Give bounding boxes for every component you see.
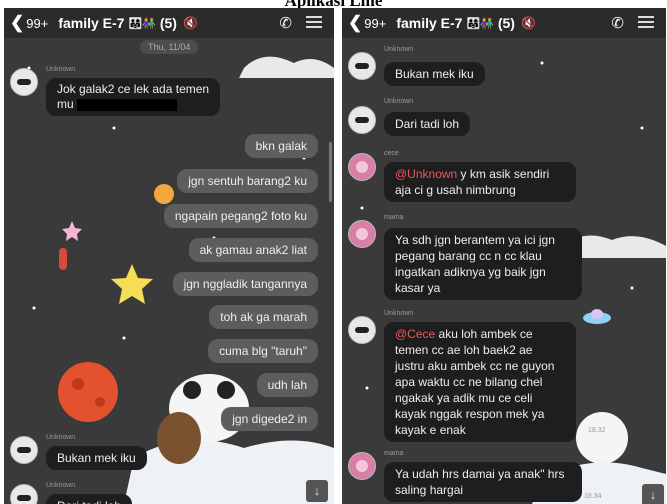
message-bubble-outgoing[interactable]: ngapain pegang2 foto ku	[163, 204, 318, 228]
message-bubble-incoming[interactable]: Ya sdh jgn berantem ya ici jgn pegang ba…	[384, 228, 582, 300]
message-bubble-incoming[interactable]: Bukan mek iku	[46, 446, 147, 470]
message-bubble-outgoing[interactable]: jgn digede2 in	[221, 407, 318, 431]
avatar[interactable]	[10, 68, 38, 96]
avatar[interactable]	[10, 484, 38, 504]
family-emoji-icon: 👨‍👩‍👧👫	[128, 17, 156, 30]
date-separator: Thu, 11/04	[140, 40, 199, 54]
back-icon[interactable]: ❮	[348, 13, 362, 33]
message-bubble-outgoing[interactable]: jgn sentuh barang2 ku	[177, 169, 318, 193]
avatar[interactable]	[348, 153, 376, 181]
scrollbar[interactable]	[329, 142, 332, 202]
mute-icon: 🔇	[182, 16, 198, 30]
message-text: mu	[57, 97, 74, 111]
sender-name: Unknown	[384, 310, 414, 317]
sender-name: mama	[384, 214, 404, 221]
unread-count: 99+	[26, 15, 49, 31]
message-bubble-outgoing[interactable]: jgn nggladik tangannya	[172, 272, 318, 296]
sender-name: mama	[384, 450, 404, 457]
phone-icon[interactable]: ✆	[279, 14, 292, 32]
message-bubble-incoming[interactable]: Bukan mek iku	[384, 62, 485, 86]
scroll-down-icon[interactable]: ↓	[642, 484, 664, 504]
avatar[interactable]	[10, 436, 38, 464]
chat-header: ❮ 99+ family E-7 👨‍👩‍👧👫 (5) 🔇 ✆	[342, 8, 666, 38]
menu-icon[interactable]	[638, 13, 654, 31]
message-text: Jok galak2 ce lek ada temen	[57, 82, 210, 96]
group-name[interactable]: family E-7	[396, 15, 462, 31]
avatar[interactable]	[348, 220, 376, 248]
scroll-down-icon[interactable]: ↓	[306, 480, 328, 502]
mute-icon: 🔇	[520, 16, 536, 30]
group-name[interactable]: family E-7	[58, 15, 124, 31]
redacted-block	[77, 98, 178, 111]
member-count: (5)	[159, 15, 177, 31]
message-bubble-outgoing[interactable]: ak gamau anak2 liat	[188, 238, 318, 262]
avatar[interactable]	[348, 316, 376, 344]
message-bubble-incoming[interactable]: @Unknown y km asik sendiri aja ci g usah…	[384, 162, 576, 202]
message-time: 18.34	[584, 493, 602, 500]
message-bubble-incoming[interactable]: Dari tadi loh	[384, 112, 471, 136]
family-emoji-icon: 👨‍👩‍👧👫	[466, 17, 494, 30]
unread-count: 99+	[364, 15, 387, 31]
chat-screen-left: ❮ 99+ family E-7 👨‍👩‍👧👫 (5) 🔇 ✆ Thu, 11/…	[4, 8, 334, 504]
message-bubble-outgoing[interactable]: udh lah	[256, 373, 318, 397]
menu-icon[interactable]	[306, 13, 322, 31]
avatar[interactable]	[348, 452, 376, 480]
message-bubble-incoming[interactable]: @Cece aku loh ambek ce temen cc ae loh b…	[384, 322, 576, 442]
member-count: (5)	[497, 15, 515, 31]
message-text: aku loh ambek ce temen cc ae loh baek2 a…	[395, 327, 555, 437]
sender-name: Unknown	[384, 98, 414, 105]
sender-name: Unknown	[46, 66, 76, 73]
sender-name: cece	[384, 150, 399, 157]
chat-header: ❮ 99+ family E-7 👨‍👩‍👧👫 (5) 🔇 ✆	[4, 8, 334, 38]
message-bubble-outgoing[interactable]: cuma blg "taruh"	[208, 339, 318, 363]
chat-screen-right: ❮ 99+ family E-7 👨‍👩‍👧👫 (5) 🔇 ✆ Unknown …	[342, 8, 666, 504]
sender-name: Unknown	[46, 434, 76, 441]
message-bubble-outgoing[interactable]: toh ak ga marah	[209, 305, 318, 329]
sender-name: Unknown	[384, 46, 414, 53]
message-bubble-incoming[interactable]: Ya udah hrs damai ya anak" hrs saling ha…	[384, 462, 582, 502]
sender-name: Unknown	[46, 482, 76, 489]
message-bubble-incoming[interactable]: Jok galak2 ce lek ada temen mu	[46, 78, 221, 116]
message-time: 18.32	[588, 427, 606, 434]
avatar[interactable]	[348, 106, 376, 134]
mention[interactable]: @Cece	[395, 327, 435, 341]
phone-icon[interactable]: ✆	[611, 14, 624, 32]
mention[interactable]: @Unknown	[395, 167, 457, 181]
back-icon[interactable]: ❮	[10, 13, 24, 33]
avatar[interactable]	[348, 52, 376, 80]
message-bubble-incoming[interactable]: Dari tadi loh	[46, 494, 133, 504]
message-bubble-outgoing[interactable]: bkn galak	[244, 134, 318, 158]
